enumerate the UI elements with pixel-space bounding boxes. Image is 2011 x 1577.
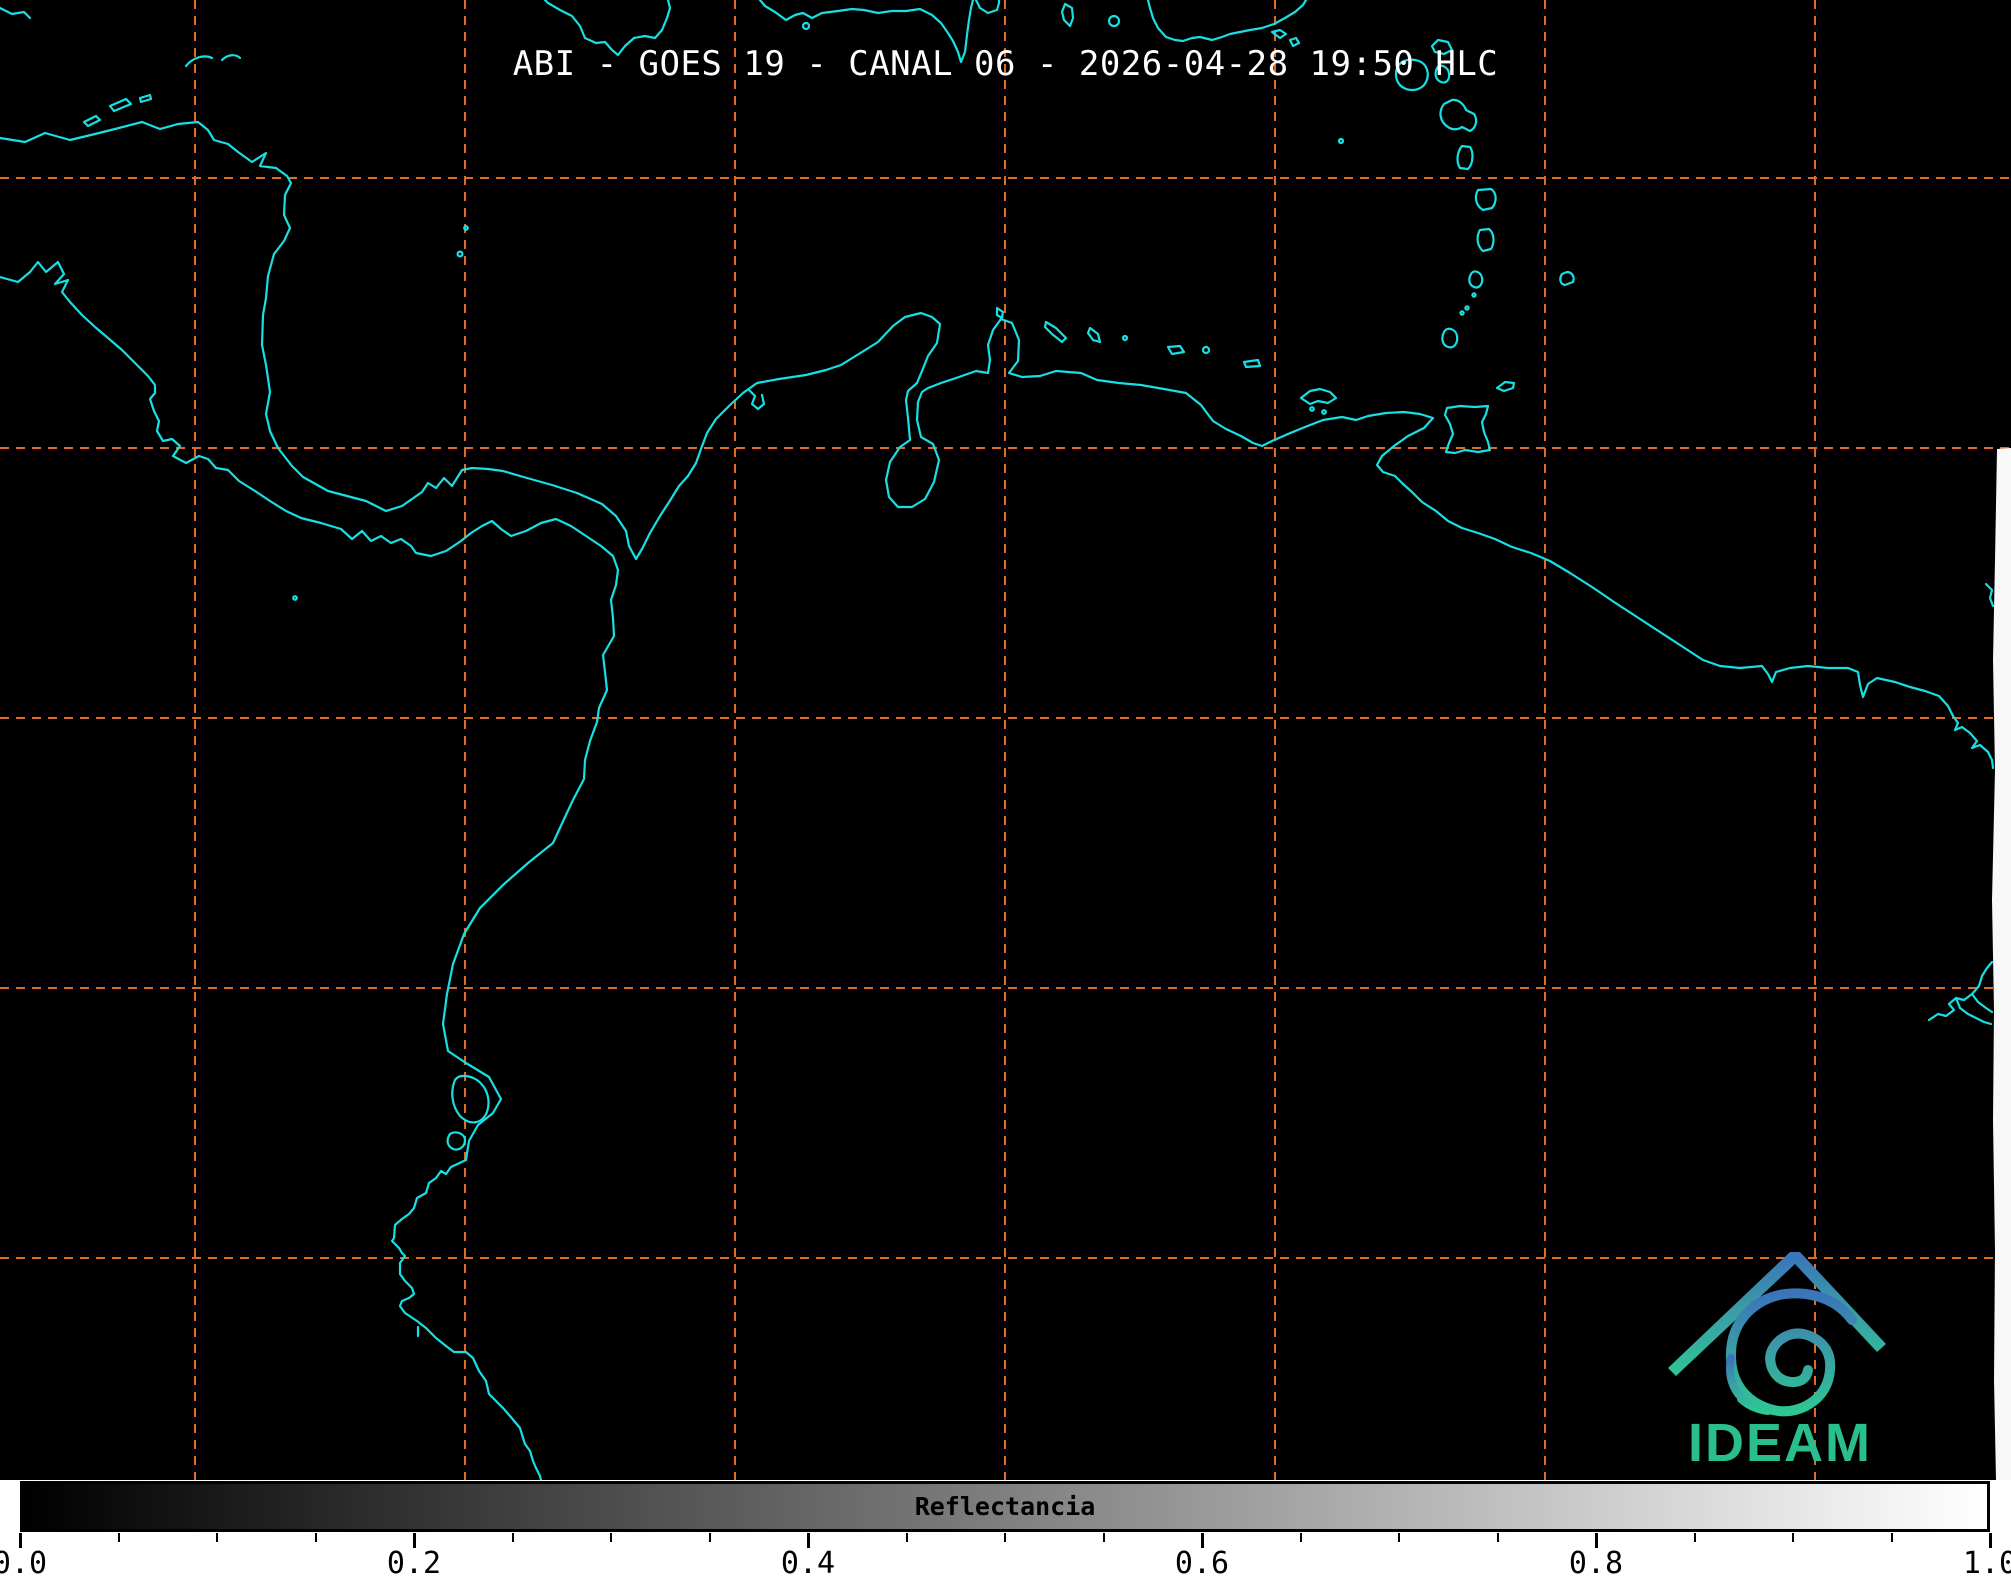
satellite-product: ABI - GOES 19 - CANAL 06 - 2026-04-28 19… xyxy=(0,0,2011,1577)
colorbar-minor-tick xyxy=(1693,1533,1696,1542)
small-island-icon xyxy=(1337,137,1345,145)
coastline-mona xyxy=(1060,2,1075,28)
colorbar-minor-tick xyxy=(314,1533,317,1542)
coastline-caribbean-mainland xyxy=(0,120,1995,770)
colorbar-tick-label: 0.2 xyxy=(386,1546,442,1577)
coastline-guiana-fragment xyxy=(1984,582,1995,608)
las-aves-islet-icon xyxy=(1121,334,1129,342)
ideam-logo xyxy=(1668,1252,1886,1417)
colorbar-minor-tick xyxy=(1398,1533,1400,1542)
coastline-margarita xyxy=(1299,387,1338,406)
malpelo-icon xyxy=(292,595,298,601)
colorbar-tick-label: 0.8 xyxy=(1568,1546,1624,1577)
colorbar-minor-tick xyxy=(1890,1533,1893,1542)
colorbar-tick-label: 0.4 xyxy=(780,1546,836,1577)
colorbar-minor-tick xyxy=(1102,1533,1105,1542)
coastline-lesser-antilles xyxy=(1394,38,1575,349)
coastline-puerto-rico xyxy=(1146,0,1308,43)
colorbar-minor-tick xyxy=(708,1533,711,1542)
colorbar: Reflectancia xyxy=(20,1481,1990,1532)
coastline-abc-islands xyxy=(995,306,1262,369)
coastline-tobago xyxy=(1495,380,1516,393)
colorbar-tick-label: 0.0 xyxy=(0,1546,48,1577)
coastline-trinidad xyxy=(1443,404,1492,455)
colorbar-minor-tick xyxy=(1299,1533,1302,1542)
colorbar-minor-tick xyxy=(511,1533,514,1542)
ideam-logo-text: IDEAM xyxy=(1688,1413,1872,1473)
data-swath-edge xyxy=(1992,448,2011,1480)
orchila-islet-icon xyxy=(1201,345,1211,355)
small-island-icon xyxy=(1107,14,1121,28)
graticule-grid xyxy=(0,0,2011,1480)
colorbar-tick-label: 1.0 xyxy=(1962,1546,2011,1577)
coastline-puna-island xyxy=(446,1074,490,1151)
colorbar-minor-tick xyxy=(1004,1533,1006,1542)
coche-islet-icon xyxy=(1309,406,1315,412)
colorbar-minor-tick xyxy=(216,1533,218,1542)
grenadine-islet-icon xyxy=(1471,292,1477,298)
logo-spiral-icon xyxy=(1725,1288,1857,1417)
colorbar-minor-tick xyxy=(117,1533,120,1542)
colorbar-minor-tick xyxy=(1496,1533,1499,1542)
cubagua-islet-icon xyxy=(1321,409,1327,415)
coastline-amazon-mouth xyxy=(1927,960,1994,1026)
colorbar-strip: Reflectancia 0.0 0.2 0.4 0.6 0.8 1.0 xyxy=(0,1480,2011,1577)
map-canvas: ABI - GOES 19 - CANAL 06 - 2026-04-28 19… xyxy=(0,0,2011,1480)
colorbar-minor-tick xyxy=(1792,1533,1794,1542)
product-title: ABI - GOES 19 - CANAL 06 - 2026-04-28 19… xyxy=(512,44,1499,84)
grenadine-islet-icon xyxy=(1464,305,1470,311)
colorbar-label: Reflectancia xyxy=(914,1492,1096,1521)
coastline-pacific xyxy=(0,260,620,1480)
colorbar-minor-tick xyxy=(905,1533,908,1542)
cienaga-hook xyxy=(747,388,766,411)
grenadine-islet-icon xyxy=(1459,310,1465,316)
colorbar-minor-tick xyxy=(610,1533,612,1542)
colorbar-tick-label: 0.6 xyxy=(1174,1546,1230,1577)
isla-beata-icon xyxy=(801,21,811,31)
san-andres-icon xyxy=(456,250,464,258)
map-graphics xyxy=(0,0,2011,1480)
